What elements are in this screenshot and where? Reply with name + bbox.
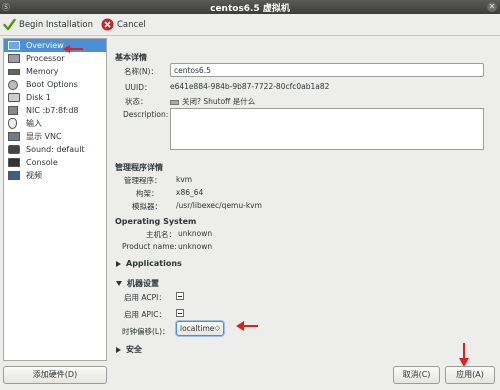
hypervisor-value: kvm [176,175,193,184]
sidebar-item-label: Processor [26,54,65,63]
security-expander[interactable]: 安全 [116,344,142,355]
sound-icon [8,145,20,154]
emulator-value: /usr/libexec/qemu-kvm [176,201,262,210]
acpi-label: 启用 ACPI： [124,293,166,302]
hostname-value: unknown [178,229,213,238]
sidebar-item-memory[interactable]: Memory [4,65,106,78]
begin-installation-button[interactable]: Begin Installation [3,18,93,31]
console-icon [8,158,20,167]
collapse-arrow-icon [116,281,122,286]
clock-offset-label: 时钟偏移(L)： [122,327,170,336]
video-icon [8,171,20,180]
mouse-icon [8,118,17,129]
state-text: 关闭? Shutoff 是什么 [182,97,256,106]
product-name-label: Product name: [122,242,177,251]
description-textarea[interactable] [170,108,484,150]
hypervisor-label: 管理程序： [124,176,162,185]
annotation-arrow-left-icon [236,321,258,331]
machine-settings-label: 机器设置 [127,279,159,288]
cancel-icon [101,18,114,31]
arch-label: 构架： [136,189,159,198]
os-heading: Operating System [115,217,197,226]
clock-offset-value: localtime [180,324,215,333]
sidebar-item-label: Console [26,158,58,167]
nic-icon [8,106,18,115]
clock-offset-select[interactable]: localtime ◇ [176,321,224,336]
sidebar-item-label: NIC :b7:8f:d8 [26,106,79,115]
details-panel: 基本详情 名称(N)： centos6.5 UUID： e641e884-984… [112,38,498,358]
machine-settings-expander[interactable]: 机器设置 [116,278,159,289]
arch-value: x86_64 [176,188,204,197]
sidebar-item-sound[interactable]: Sound: default [4,143,106,156]
acpi-checkbox[interactable] [176,292,184,300]
annotation-arrow-left-icon [63,45,83,53]
shutoff-icon [170,99,179,105]
annotation-arrow-down-icon [459,343,469,367]
hostname-label: 主机名： [146,230,176,239]
cancel-toolbar-label: Cancel [117,19,146,30]
uuid-label: UUID： [125,83,152,92]
checkmark-icon [3,18,16,31]
apic-checkbox[interactable] [176,309,184,317]
cancel-toolbar-button[interactable]: Cancel [101,18,146,31]
display-icon [8,132,20,141]
emulator-label: 模拟器： [132,202,162,211]
title-bar: Ⓢ centos6.5 虚拟机 ✕ [0,0,500,14]
description-label: Description: [123,110,169,119]
sidebar-item-console[interactable]: Console [4,156,106,169]
name-label: 名称(N)： [124,67,158,76]
state-label: 状态： [125,97,148,106]
sidebar-item-label: 输入 [26,119,42,128]
sidebar-item-nic[interactable]: NIC :b7:8f:d8 [4,104,106,117]
applications-expander[interactable]: Applications [116,259,182,268]
expand-arrow-icon [116,260,121,267]
hardware-list: Overview Processor Memory Boot Options D… [3,38,107,361]
uuid-value: e641e884-984b-9b87-7722-80cfc0ab1a82 [170,82,330,91]
boot-icon [8,79,18,90]
expand-arrow-icon [116,346,121,353]
begin-installation-label: Begin Installation [19,19,93,30]
sidebar-item-processor[interactable]: Processor [4,52,106,65]
sidebar-item-label: 显示 VNC [26,132,62,141]
add-hardware-button[interactable]: 添加硬件(D) [3,366,107,384]
state-value: 关闭? Shutoff 是什么 [170,96,255,107]
sidebar-item-label: Disk 1 [26,93,51,102]
apic-label: 启用 APIC： [124,310,166,319]
sidebar-item-display[interactable]: 显示 VNC [4,130,106,143]
sidebar-item-overview[interactable]: Overview [4,39,106,52]
disk-icon [8,93,20,102]
sidebar-item-input[interactable]: 输入 [4,117,106,130]
monitor-icon [8,41,20,50]
security-label: 安全 [126,345,142,354]
applications-label: Applications [126,259,182,268]
sidebar-item-boot-options[interactable]: Boot Options [4,78,106,91]
window-title: centos6.5 虚拟机 [210,4,290,14]
hypervisor-details-heading: 管理程序详情 [115,163,163,172]
sidebar-item-video[interactable]: 视频 [4,169,106,182]
cancel-button[interactable]: 取消(C) [393,366,440,384]
memory-icon [8,68,20,75]
combo-arrows-icon: ◇ [214,324,220,332]
sidebar-item-label: Boot Options [26,80,78,89]
toolbar: Begin Installation Cancel [0,14,500,36]
cpu-icon [8,54,20,63]
sidebar-item-label: Sound: default [26,145,85,154]
sidebar-item-label: Memory [26,67,59,76]
sidebar-item-label: 视频 [26,171,42,180]
sidebar-item-label: Overview [26,41,64,50]
close-icon[interactable]: ✕ [487,2,497,12]
product-name-value: unknown [178,242,213,251]
name-field[interactable]: centos6.5 [170,63,484,77]
basic-details-heading: 基本详情 [115,53,147,62]
apply-button[interactable]: 应用(A) [445,366,495,384]
sidebar-item-disk[interactable]: Disk 1 [4,91,106,104]
